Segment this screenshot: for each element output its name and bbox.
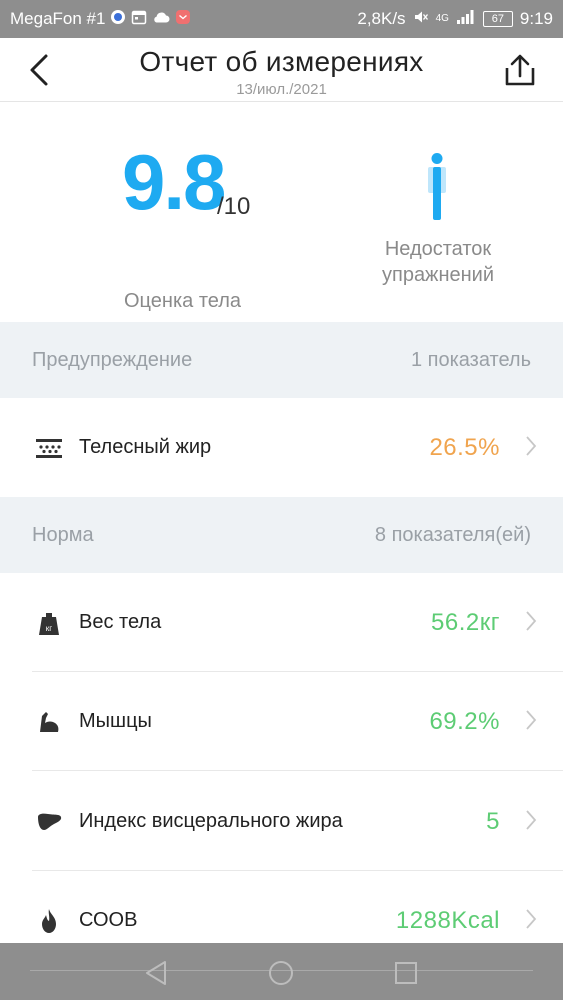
- normal-section-header: Норма 8 показателя(ей): [0, 497, 563, 573]
- metric-value: 1288Kcal: [395, 906, 500, 934]
- metric-row-weight[interactable]: кг Вес тела 56.2кг: [0, 573, 563, 672]
- metric-value: 56.2кг: [431, 608, 500, 636]
- metric-label: Мышцы: [79, 710, 152, 732]
- metric-label: СООВ: [79, 909, 138, 931]
- nav-back-button[interactable]: [141, 958, 171, 988]
- body-fat-icon: [35, 434, 63, 462]
- signal-icon: [456, 9, 476, 30]
- mute-icon: [413, 9, 429, 30]
- metric-label: Телесный жир: [79, 436, 212, 458]
- metric-value: 26.5%: [429, 433, 500, 461]
- calendar-icon: [131, 9, 147, 30]
- share-icon: [505, 54, 535, 86]
- metric-label: Индекс висцерального жира: [79, 810, 343, 832]
- battery-indicator: 67: [482, 11, 513, 27]
- metric-value: 69.2%: [429, 707, 500, 735]
- body-status-label: Недостаток упражнений: [381, 238, 494, 286]
- status-bar: MegaFon #1 2,8K/s 4G 67 9:19: [0, 0, 563, 38]
- chevron-right-icon: [526, 436, 537, 456]
- liver-icon: [35, 808, 63, 836]
- row-divider: [32, 770, 563, 771]
- body-score-label: Оценка тела: [124, 290, 242, 312]
- app-header: Отчет об измерениях 13/июл./2021: [0, 38, 563, 102]
- app-notification-icon: [110, 9, 126, 30]
- circle-home-icon: [269, 961, 293, 985]
- page-title: Отчет об измерениях: [139, 46, 424, 77]
- warning-section-header: Предупреждение 1 показатель: [0, 322, 563, 398]
- metric-label: Вес тела: [79, 611, 162, 633]
- score-summary: 9.8 /10 Оценка тела Недостаток упражнени…: [0, 103, 563, 322]
- chevron-right-icon: [526, 909, 537, 929]
- cloud-icon: [152, 9, 170, 29]
- chevron-right-icon: [526, 810, 537, 830]
- share-button[interactable]: [503, 52, 537, 88]
- weight-scale-icon: кг: [35, 609, 63, 637]
- network-type: 4G: [435, 13, 449, 24]
- report-date: 13/июл./2021: [236, 81, 327, 98]
- chevron-right-icon: [526, 611, 537, 631]
- body-score-max: /10: [217, 193, 251, 220]
- triangle-back-icon: [146, 961, 166, 985]
- chevron-right-icon: [526, 710, 537, 730]
- clock: 9:19: [519, 9, 553, 28]
- body-status-figure-icon: [422, 153, 452, 226]
- metric-row-muscle[interactable]: Мышцы 69.2%: [0, 672, 563, 771]
- normal-section-count: 8 показателя(ей): [374, 523, 531, 546]
- metric-row-body-fat[interactable]: Телесный жир 26.5%: [0, 398, 563, 497]
- normal-section-title: Норма: [32, 523, 94, 546]
- network-speed: 2,8K/s: [357, 9, 406, 28]
- square-recents-icon: [395, 962, 417, 984]
- carrier-name: MegaFon #1: [10, 9, 106, 28]
- flame-icon: [35, 907, 63, 935]
- metric-row-visceral-fat[interactable]: Индекс висцерального жира 5: [0, 772, 563, 871]
- metric-value: 5: [486, 807, 500, 835]
- warning-section-title: Предупреждение: [32, 348, 193, 371]
- nav-recents-button[interactable]: [391, 958, 421, 988]
- svg-text:кг: кг: [46, 624, 53, 633]
- body-score-value: 9.8: [122, 138, 226, 226]
- muscle-icon: [35, 708, 63, 736]
- warning-section-count: 1 показатель: [410, 348, 531, 371]
- mail-notification-icon: [175, 9, 191, 30]
- system-navigation-bar: [0, 943, 563, 1000]
- nav-home-button[interactable]: [266, 958, 296, 988]
